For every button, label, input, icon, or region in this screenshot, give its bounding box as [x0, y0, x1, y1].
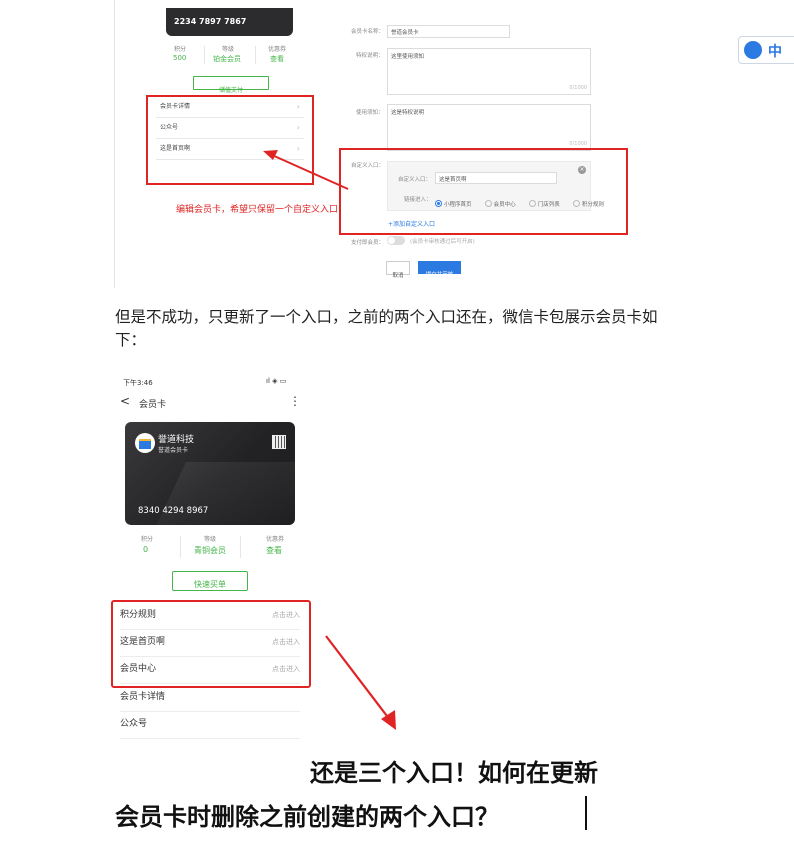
arrow-top-line	[271, 154, 349, 190]
question-line-1: 还是三个入口！如何在更新	[310, 758, 598, 787]
user-icon	[744, 41, 762, 59]
menu-item[interactable]: 公众号	[120, 711, 300, 739]
more-icon[interactable]: ⋮	[289, 394, 301, 408]
logo-inner	[139, 439, 151, 449]
phone-stats: 积分 0 等级 青铜会员 优惠券 查看	[120, 532, 300, 562]
back-icon[interactable]: <	[120, 394, 130, 408]
question-line-2: 会员卡时删除之前创建的两个入口？	[115, 802, 499, 831]
menu-item[interactable]: 会员卡详情	[120, 684, 300, 712]
brand-logo-icon	[135, 433, 155, 453]
stat-value-level: 青铜会员	[194, 546, 226, 555]
body-paragraph: 但是不成功，只更新了一个入口，之前的两个入口还在，微信卡包展示会员卡如下：	[115, 308, 658, 349]
ime-language-label: 中	[768, 44, 782, 60]
stat-label-points: 积分	[141, 536, 154, 543]
quick-pay-label: 快速买单	[194, 580, 226, 589]
brand-name: 誉道科技	[158, 435, 195, 445]
arrow-bottom-line	[325, 635, 391, 721]
stat-value-points: 0	[143, 545, 149, 554]
qr-code-icon[interactable]	[272, 435, 286, 449]
phone-status-time: 下午3:46	[123, 379, 153, 387]
arrow-top-head	[263, 150, 278, 160]
menu-item-label: 公众号	[120, 719, 148, 729]
phone-status-icons: ıl ◈ ▭	[266, 377, 287, 385]
stat-divider	[180, 536, 181, 558]
text-cursor	[585, 796, 587, 830]
nav-title: 会员卡	[139, 400, 167, 410]
stat-label-level: 等级	[204, 536, 217, 543]
card-type: 誉道会员卡	[158, 447, 189, 454]
input-method-widget[interactable]: 中	[738, 36, 794, 64]
stat-label-coupon: 优惠券	[266, 536, 285, 543]
quick-pay-button[interactable]: 快速买单	[172, 571, 248, 591]
arrow-bottom-head	[381, 710, 396, 730]
stat-value-coupon: 查看	[266, 546, 282, 555]
phone-card-number: 8340 4294 8967	[138, 506, 209, 516]
phone-membership-card: 誉道科技 誉道会员卡 8340 4294 8967	[125, 422, 295, 525]
highlight-box-entries	[111, 600, 311, 688]
menu-item-label: 会员卡详情	[120, 692, 166, 702]
stat-divider	[240, 536, 241, 558]
